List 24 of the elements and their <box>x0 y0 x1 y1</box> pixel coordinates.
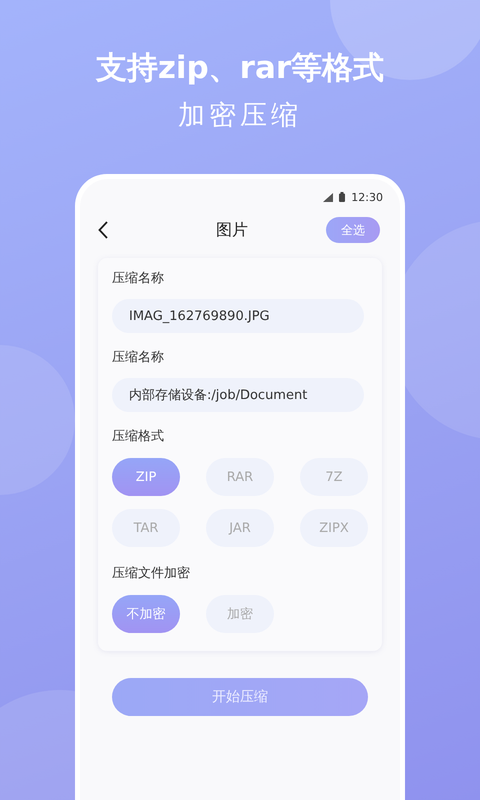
input-field[interactable]: IMAG_162769890.JPG <box>112 299 364 333</box>
format-option[interactable]: TAR <box>112 509 180 547</box>
subheadline: 加密压缩 <box>178 99 302 133</box>
signal-icon <box>323 192 334 202</box>
field-label: 压缩名称 <box>112 270 165 288</box>
status-time: 12:30 <box>351 190 383 204</box>
format-option[interactable]: ZIP <box>112 458 180 496</box>
select-all-button[interactable]: 全选 <box>326 217 380 243</box>
back-button[interactable] <box>98 221 108 239</box>
headline: 支持zip、rar等格式 <box>96 49 384 88</box>
format-option[interactable]: RAR <box>206 458 274 496</box>
section-label: 压缩文件加密 <box>112 565 191 583</box>
chevron-left-icon <box>98 221 108 239</box>
format-option[interactable]: ZIPX <box>300 509 368 547</box>
battery-icon <box>339 192 346 202</box>
field-label: 压缩名称 <box>112 349 165 367</box>
encryption-option[interactable]: 不加密 <box>112 595 180 633</box>
input-field[interactable]: 内部存储设备:/job/Document <box>112 378 364 412</box>
start-button[interactable]: 开始压缩 <box>112 678 368 716</box>
section-label: 压缩格式 <box>112 428 165 446</box>
encryption-option[interactable]: 加密 <box>206 595 274 633</box>
format-option[interactable]: 7Z <box>300 458 368 496</box>
format-option[interactable]: JAR <box>206 509 274 547</box>
page-title: 图片 <box>216 220 248 240</box>
